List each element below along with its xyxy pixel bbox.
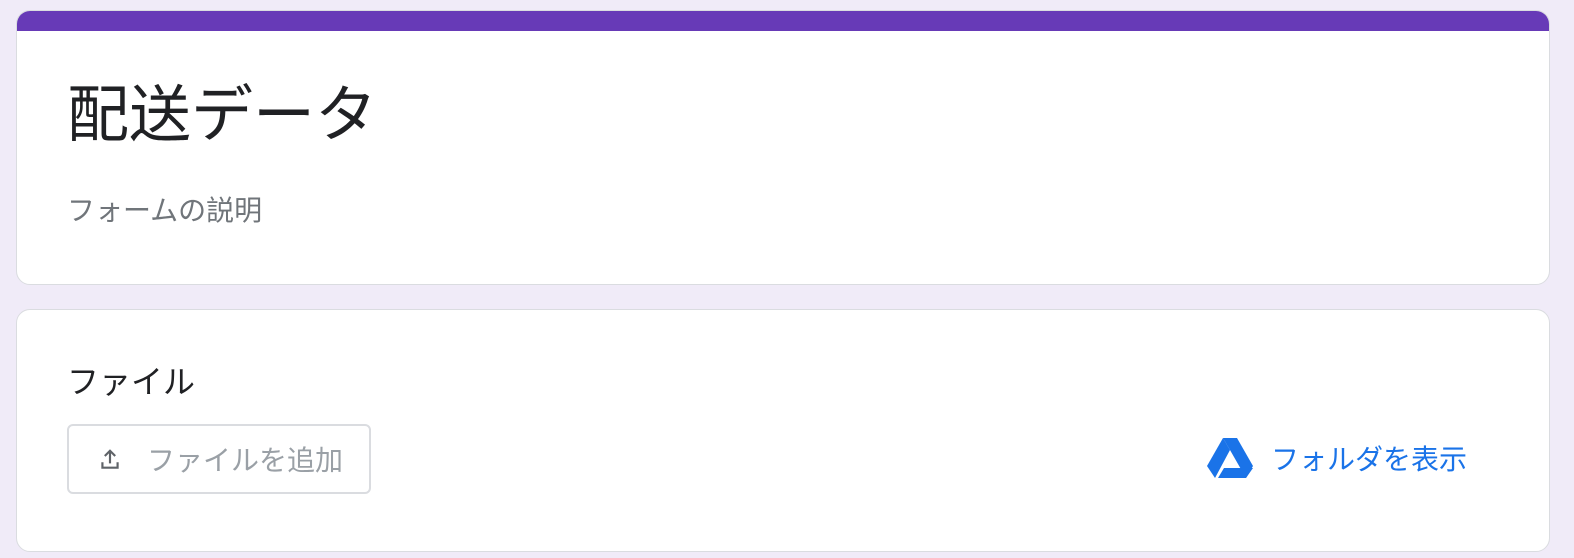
theme-accent-bar (17, 11, 1549, 31)
question-title: ファイル (67, 363, 196, 401)
form-title: 配送データ (67, 78, 378, 151)
view-folder-label: フォルダを表示 (1271, 443, 1468, 476)
file-upload-question-card: ファイル ファイルを追加 フォルダを表示 (16, 309, 1550, 552)
add-file-button[interactable]: ファイルを追加 (67, 424, 371, 494)
form-description: フォームの説明 (67, 194, 263, 227)
upload-icon (95, 444, 125, 474)
google-drive-icon (1207, 438, 1253, 478)
form-header-card: 配送データ フォームの説明 (16, 10, 1550, 285)
add-file-label: ファイルを追加 (147, 444, 344, 477)
view-folder-link[interactable]: フォルダを表示 (1207, 436, 1467, 480)
